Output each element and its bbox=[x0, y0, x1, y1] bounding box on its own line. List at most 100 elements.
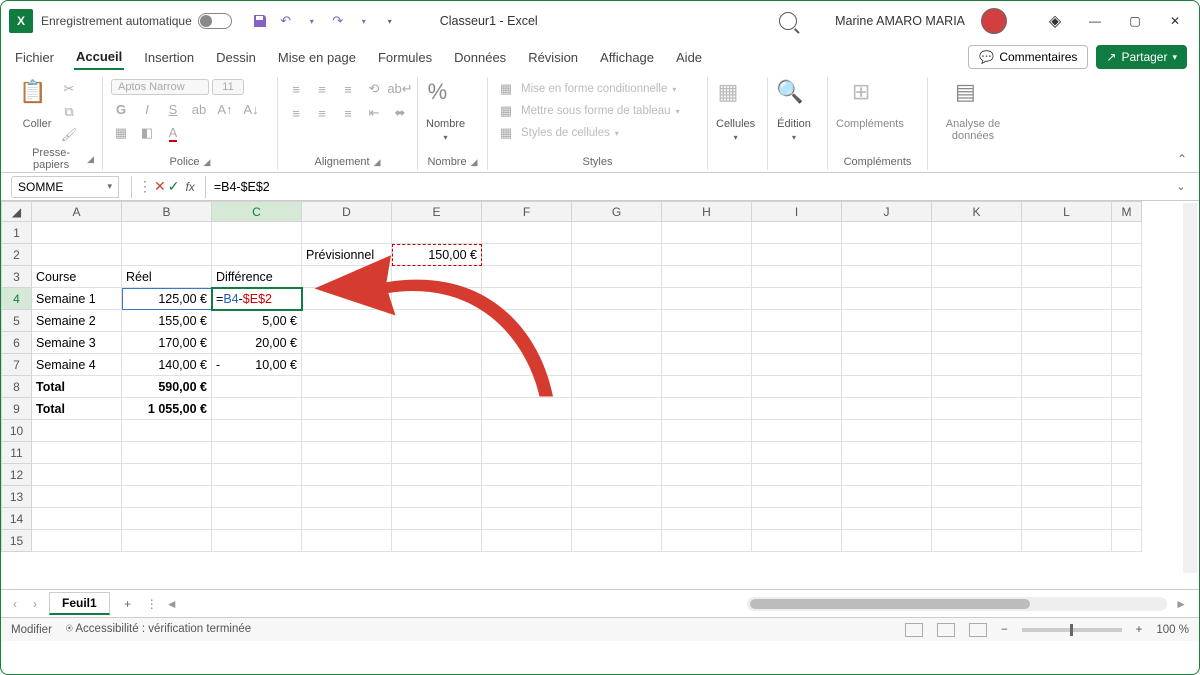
cell[interactable]: 590,00 € bbox=[122, 376, 212, 398]
col-header[interactable]: H bbox=[662, 202, 752, 222]
zoom-out-icon[interactable]: − bbox=[1001, 624, 1008, 636]
search-icon[interactable] bbox=[779, 12, 797, 30]
row-header[interactable]: 14 bbox=[2, 508, 32, 530]
row-header[interactable]: 2 bbox=[2, 244, 32, 266]
launcher-icon[interactable]: ◢ bbox=[471, 157, 478, 168]
add-sheet-icon[interactable]: + bbox=[118, 594, 138, 614]
bold-icon[interactable]: G bbox=[111, 99, 131, 119]
minimize-icon[interactable]: — bbox=[1079, 5, 1111, 37]
number-format-button[interactable]: % Nombre ▾ bbox=[426, 79, 465, 142]
col-header[interactable]: B bbox=[122, 202, 212, 222]
cell[interactable]: 140,00 € bbox=[122, 354, 212, 376]
wrap-text-icon[interactable]: ab↵ bbox=[390, 79, 410, 99]
border-icon[interactable]: ▦ bbox=[111, 123, 131, 143]
cell[interactable]: Semaine 2 bbox=[32, 310, 122, 332]
col-header[interactable]: F bbox=[482, 202, 572, 222]
align-bottom-icon[interactable]: ≡ bbox=[338, 79, 358, 99]
italic-icon[interactable]: I bbox=[137, 99, 157, 119]
undo-dropdown-icon[interactable]: ▾ bbox=[300, 9, 324, 33]
row-header[interactable]: 12 bbox=[2, 464, 32, 486]
tab-file[interactable]: Fichier bbox=[13, 46, 56, 69]
cell[interactable]: -10,00 € bbox=[212, 354, 302, 376]
col-header[interactable]: I bbox=[752, 202, 842, 222]
page-break-view-icon[interactable] bbox=[969, 623, 987, 637]
cell[interactable]: 125,00 € bbox=[122, 288, 212, 310]
name-box[interactable]: SOMME▾ bbox=[11, 176, 119, 198]
strike-icon[interactable]: ab bbox=[189, 99, 209, 119]
row-header[interactable]: 9 bbox=[2, 398, 32, 420]
row-header[interactable]: 10 bbox=[2, 420, 32, 442]
font-color-icon[interactable]: A bbox=[163, 123, 183, 143]
user-name[interactable]: Marine AMARO MARIA bbox=[835, 14, 965, 28]
maximize-icon[interactable]: ▢ bbox=[1119, 5, 1151, 37]
collapse-ribbon-icon[interactable]: ⌃ bbox=[1177, 152, 1187, 166]
row-header[interactable]: 7 bbox=[2, 354, 32, 376]
paste-button[interactable]: 📋 Coller bbox=[19, 79, 55, 130]
row-header[interactable]: 11 bbox=[2, 442, 32, 464]
tab-formulas[interactable]: Formules bbox=[376, 46, 434, 69]
normal-view-icon[interactable] bbox=[905, 623, 923, 637]
redo-dropdown-icon[interactable]: ▾ bbox=[352, 9, 376, 33]
cancel-formula-icon[interactable]: ✕ bbox=[154, 178, 166, 195]
cell[interactable]: Semaine 3 bbox=[32, 332, 122, 354]
underline-icon[interactable]: S bbox=[163, 99, 183, 119]
align-right-icon[interactable]: ≡ bbox=[338, 103, 358, 123]
col-header[interactable]: J bbox=[842, 202, 932, 222]
row-header[interactable]: 15 bbox=[2, 530, 32, 552]
tab-help[interactable]: Aide bbox=[674, 46, 704, 69]
vertical-scrollbar[interactable] bbox=[1183, 203, 1197, 573]
cell[interactable]: Prévisionnel bbox=[302, 244, 392, 266]
active-cell[interactable]: =B4-$E$2 bbox=[212, 288, 302, 310]
launcher-icon[interactable]: ◢ bbox=[204, 157, 211, 168]
addins-button[interactable]: ⊞ Compléments bbox=[836, 79, 904, 130]
sheet-nav-prev-icon[interactable]: ‹ bbox=[9, 597, 21, 611]
more-icon[interactable]: ⋮ bbox=[146, 597, 158, 611]
tab-home[interactable]: Accueil bbox=[74, 45, 124, 70]
align-middle-icon[interactable]: ≡ bbox=[312, 79, 332, 99]
row-header[interactable]: 3 bbox=[2, 266, 32, 288]
accessibility-status[interactable]: ⍟ Accessibilité : vérification terminée bbox=[66, 623, 251, 636]
col-header[interactable]: L bbox=[1022, 202, 1112, 222]
tab-layout[interactable]: Mise en page bbox=[276, 46, 358, 69]
sheet-tab[interactable]: Feuil1 bbox=[49, 592, 110, 615]
cell[interactable]: 5,00 € bbox=[212, 310, 302, 332]
select-all-corner[interactable]: ◢ bbox=[2, 202, 32, 222]
align-center-icon[interactable]: ≡ bbox=[312, 103, 332, 123]
col-header[interactable]: C bbox=[212, 202, 302, 222]
cell[interactable]: 20,00 € bbox=[212, 332, 302, 354]
scroll-left-icon[interactable]: ◄ bbox=[162, 597, 182, 611]
autosave-toggle[interactable]: Enregistrement automatique bbox=[41, 13, 232, 29]
cell[interactable]: Semaine 1 bbox=[32, 288, 122, 310]
zoom-in-icon[interactable]: + bbox=[1136, 624, 1143, 636]
conditional-format-button[interactable]: ▦Mise en forme conditionnelle▾ bbox=[496, 79, 676, 99]
orientation-icon[interactable]: ⟲ bbox=[364, 79, 384, 99]
formula-bar[interactable]: =B4-$E$2 bbox=[205, 176, 1161, 198]
diamond-icon[interactable]: ◈ bbox=[1039, 5, 1071, 37]
cell[interactable]: Semaine 4 bbox=[32, 354, 122, 376]
tab-draw[interactable]: Dessin bbox=[214, 46, 258, 69]
format-table-button[interactable]: ▦Mettre sous forme de tableau▾ bbox=[496, 101, 680, 121]
scroll-right-icon[interactable]: ► bbox=[1171, 597, 1191, 611]
cell[interactable]: Réel bbox=[122, 266, 212, 288]
col-header[interactable]: D bbox=[302, 202, 392, 222]
col-header[interactable]: A bbox=[32, 202, 122, 222]
avatar[interactable] bbox=[981, 8, 1007, 34]
comments-button[interactable]: 💬Commentaires bbox=[968, 45, 1088, 69]
col-header[interactable]: K bbox=[932, 202, 1022, 222]
fill-color-icon[interactable]: ◧ bbox=[137, 123, 157, 143]
cell[interactable]: Total bbox=[32, 398, 122, 420]
zoom-level[interactable]: 100 % bbox=[1156, 624, 1189, 636]
row-header[interactable]: 13 bbox=[2, 486, 32, 508]
horizontal-scrollbar[interactable] bbox=[747, 597, 1167, 611]
qat-customize-icon[interactable]: ▾ bbox=[378, 9, 402, 33]
copy-icon[interactable]: ⧉ bbox=[59, 102, 79, 122]
font-name-select[interactable]: Aptos Narrow bbox=[111, 79, 209, 95]
close-icon[interactable]: ✕ bbox=[1159, 5, 1191, 37]
col-header[interactable]: G bbox=[572, 202, 662, 222]
align-top-icon[interactable]: ≡ bbox=[286, 79, 306, 99]
row-header[interactable]: 6 bbox=[2, 332, 32, 354]
more-icon[interactable]: ⋮ bbox=[138, 178, 152, 195]
chevron-down-icon[interactable]: ▾ bbox=[107, 181, 112, 192]
format-painter-icon[interactable]: 🖌 bbox=[59, 125, 79, 145]
indent-dec-icon[interactable]: ⇤ bbox=[364, 103, 384, 123]
